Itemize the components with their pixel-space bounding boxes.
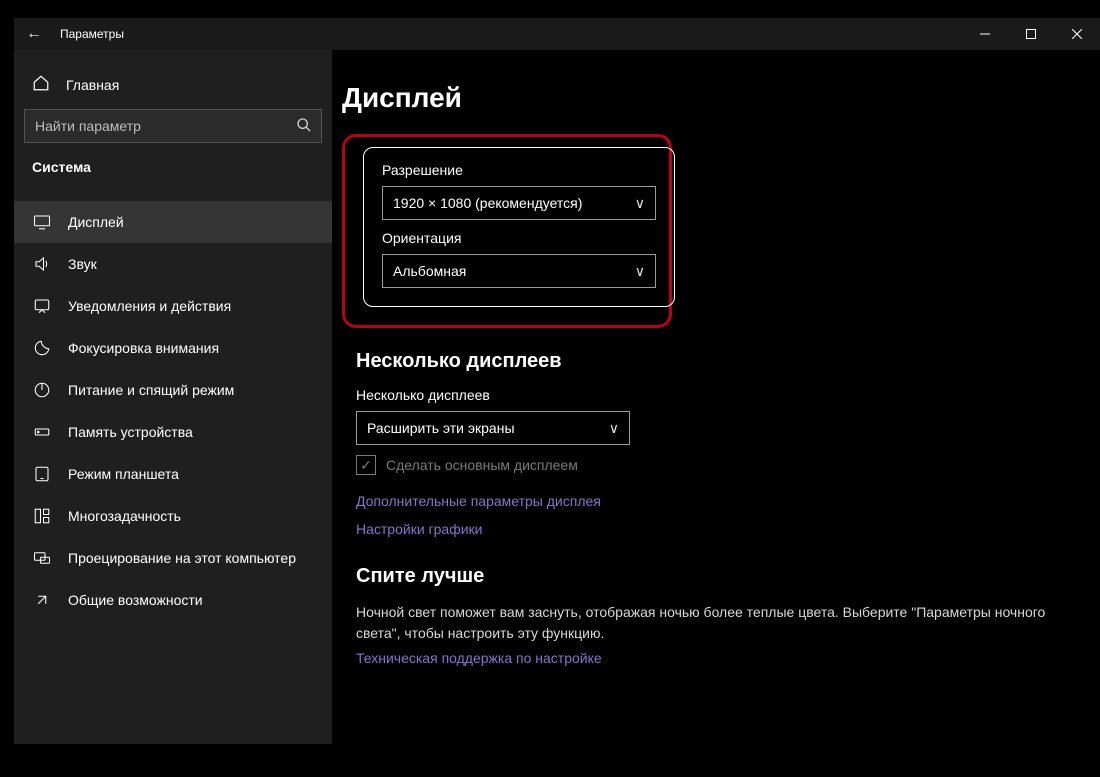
highlight-annotation-inner: Разрешение 1920 × 1080 (рекомендуется) ∨… [363, 147, 675, 307]
project-icon [32, 549, 52, 567]
home-button[interactable]: Главная [14, 64, 332, 105]
multitask-icon [32, 507, 52, 525]
minimize-icon [980, 29, 990, 39]
close-button[interactable] [1054, 18, 1100, 50]
resolution-dropdown[interactable]: 1920 × 1080 (рекомендуется) ∨ [382, 186, 656, 220]
sidebar-item-tablet[interactable]: Режим планшета [14, 453, 332, 495]
window-title: Параметры [60, 27, 124, 41]
sleep-better-title: Спите лучше [356, 565, 1076, 588]
sidebar-item-notifications[interactable]: Уведомления и действия [14, 285, 332, 327]
minimize-button[interactable] [962, 18, 1008, 50]
sidebar-item-label: Память устройства [68, 424, 193, 440]
settings-window: ← Параметры Главная [14, 18, 1100, 744]
chevron-down-icon: ∨ [635, 195, 645, 212]
primary-display-checkbox-label: Сделать основным дисплеем [386, 457, 578, 473]
search-container [24, 109, 322, 143]
power-icon [32, 381, 52, 399]
sleep-better-body: Ночной свет поможет вам заснуть, отображ… [356, 602, 1046, 644]
support-link[interactable]: Техническая поддержка по настройке [356, 650, 1076, 666]
display-icon [32, 213, 52, 231]
sidebar-item-display[interactable]: Дисплей [14, 201, 332, 243]
sidebar-item-multitask[interactable]: Многозадачность [14, 495, 332, 537]
sidebar-item-power[interactable]: Питание и спящий режим [14, 369, 332, 411]
sidebar-item-label: Звук [68, 256, 97, 272]
resolution-label: Разрешение [382, 162, 654, 178]
sidebar-section-title: Система [14, 159, 332, 175]
titlebar: ← Параметры [14, 18, 1100, 50]
chevron-down-icon: ∨ [609, 420, 619, 437]
primary-display-checkbox-row: ✓ Сделать основным дисплеем [356, 455, 1076, 475]
sidebar-item-label: Дисплей [68, 214, 124, 230]
multi-displays-label: Несколько дисплеев [356, 387, 1076, 403]
sidebar-item-project[interactable]: Проецирование на этот компьютер [14, 537, 332, 579]
page-title: Дисплей [342, 82, 1076, 114]
sidebar-item-label: Режим планшета [68, 466, 179, 482]
home-icon [32, 74, 50, 95]
window-buttons [962, 18, 1100, 50]
sidebar-item-label: Уведомления и действия [68, 298, 231, 314]
tablet-icon [32, 465, 52, 483]
sidebar-item-storage[interactable]: Память устройства [14, 411, 332, 453]
main-content: Дисплей Разрешение 1920 × 1080 (рекоменд… [332, 50, 1100, 744]
maximize-button[interactable] [1008, 18, 1054, 50]
resolution-value: 1920 × 1080 (рекомендуется) [393, 195, 582, 211]
orientation-value: Альбомная [393, 263, 466, 279]
storage-icon [32, 423, 52, 441]
graphics-settings-link[interactable]: Настройки графики [356, 521, 1076, 537]
sound-icon [32, 255, 52, 273]
multi-displays-dropdown[interactable]: Расширить эти экраны ∨ [356, 411, 630, 445]
orientation-label: Ориентация [382, 230, 654, 246]
multi-displays-value: Расширить эти экраны [367, 420, 515, 436]
content-inner: Несколько дисплеев Несколько дисплеев Ра… [342, 350, 1076, 666]
highlight-annotation: Разрешение 1920 × 1080 (рекомендуется) ∨… [342, 134, 672, 328]
sidebar-item-sound[interactable]: Звук [14, 243, 332, 285]
home-label: Главная [66, 77, 119, 93]
sidebar-item-label: Многозадачность [68, 508, 181, 524]
orientation-dropdown[interactable]: Альбомная ∨ [382, 254, 656, 288]
primary-display-checkbox: ✓ [356, 455, 376, 475]
search-input[interactable] [24, 109, 322, 143]
sidebar-item-label: Фокусировка внимания [68, 340, 219, 356]
advanced-display-link[interactable]: Дополнительные параметры дисплея [356, 493, 1076, 509]
maximize-icon [1026, 29, 1036, 39]
sidebar: Главная Система Дисплей Звук Уведомления… [14, 50, 332, 744]
content-row: Главная Система Дисплей Звук Уведомления… [14, 50, 1100, 744]
sidebar-item-label: Питание и спящий режим [68, 382, 234, 398]
check-icon: ✓ [360, 457, 372, 474]
chevron-down-icon: ∨ [635, 263, 645, 280]
multi-displays-title: Несколько дисплеев [356, 350, 1076, 373]
back-button[interactable]: ← [14, 18, 54, 50]
notifications-icon [32, 297, 52, 315]
sidebar-item-shared[interactable]: Общие возможности [14, 579, 332, 621]
shared-icon [32, 591, 52, 609]
sidebar-item-label: Общие возможности [68, 592, 203, 608]
close-icon [1072, 29, 1082, 39]
sidebar-item-label: Проецирование на этот компьютер [68, 550, 296, 566]
arrow-left-icon: ← [26, 25, 42, 43]
focus-icon [32, 339, 52, 357]
search-icon[interactable] [296, 117, 312, 136]
sidebar-item-focus[interactable]: Фокусировка внимания [14, 327, 332, 369]
